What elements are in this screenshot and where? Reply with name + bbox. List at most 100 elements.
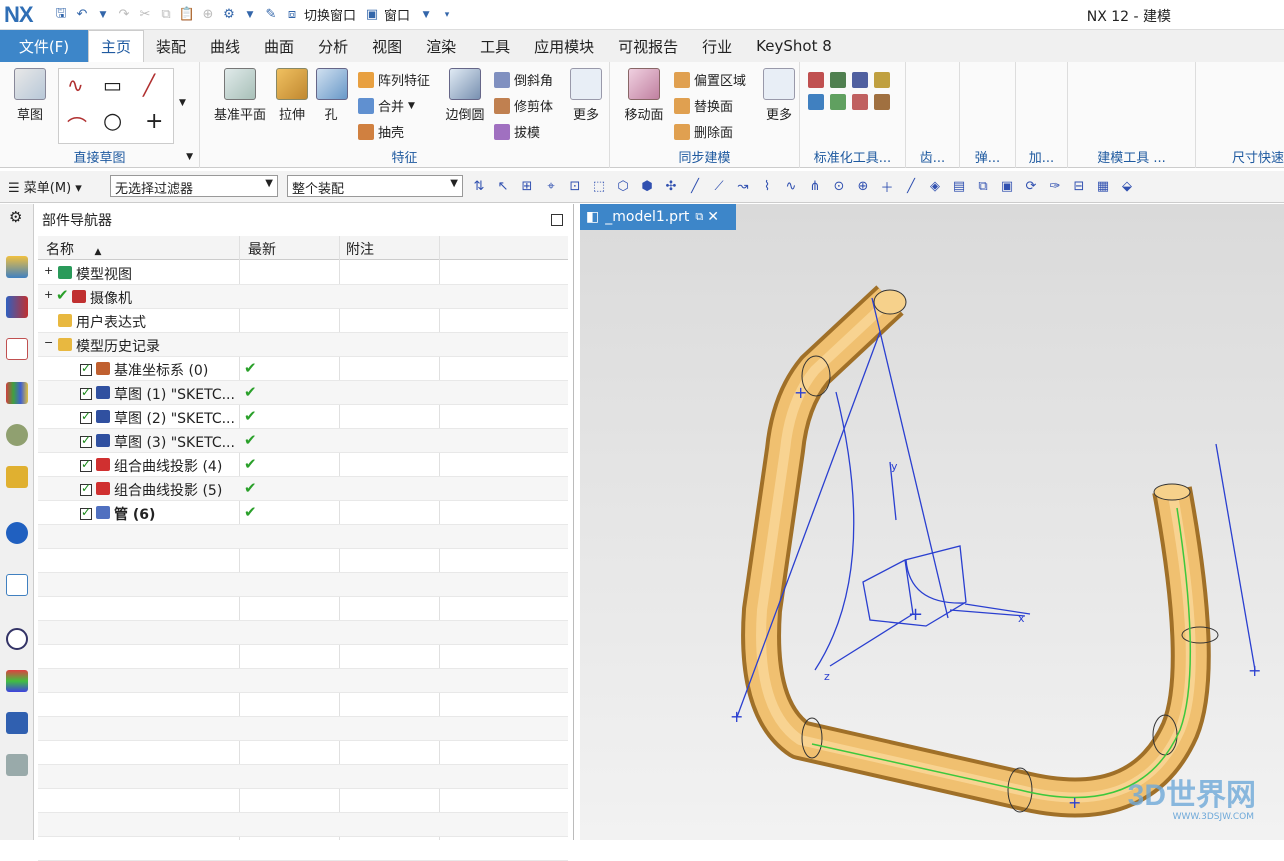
tab-home[interactable]: 主页 [88,29,145,63]
select-icon[interactable]: ⌖ [542,177,560,195]
select-icon[interactable]: ⬚ [590,177,608,195]
expand-toggle-icon[interactable]: − [44,336,53,349]
expand-toggle-icon[interactable]: + [44,264,53,277]
document-icon[interactable] [6,574,28,596]
sketch-button[interactable]: 草图 [8,68,52,123]
rectangle-icon[interactable]: ▭ [103,73,122,97]
table-row[interactable]: − 模型历史记录 [38,333,568,357]
std-tool-icon[interactable] [852,72,868,88]
selection-filter-dropdown[interactable]: 无选择过滤器 ▼ [110,175,278,197]
table-row[interactable]: 管 (6) ✔ [38,501,568,525]
std-tool-icon[interactable] [808,94,824,110]
replace-face-button[interactable]: 替换面 [674,96,733,115]
customize-qat-icon[interactable]: ▾ [438,6,456,24]
tab-view[interactable]: 视图 [360,30,414,62]
arc-icon[interactable]: ⌒ [67,111,87,140]
clock-icon[interactable] [6,628,28,650]
checkbox[interactable] [80,481,92,498]
model-canvas[interactable]: y x z + + + + + [580,230,1284,840]
select-icon[interactable]: ⬡ [614,177,632,195]
std-tool-icon[interactable] [874,94,890,110]
tab-visual-reporting[interactable]: 可视报告 [606,30,690,62]
table-row[interactable]: 组合曲线投影 (5) ✔ [38,477,568,501]
table-row[interactable]: + ✔ 摄像机 [38,285,568,309]
paste-special-icon[interactable]: ⊕ [199,6,217,24]
checkbox[interactable] [80,433,92,450]
offset-region-button[interactable]: 偏置区域 [674,70,746,89]
assembly-scope-dropdown[interactable]: 整个装配 ▼ [287,175,463,197]
edge-blend-button[interactable]: 边倒圆 [442,68,488,123]
tab-render[interactable]: 渲染 [414,30,468,62]
tab-surface[interactable]: 曲面 [252,30,306,62]
tab-keyshot[interactable]: KeyShot 8 [744,30,844,62]
save-icon[interactable]: 🖫 [52,6,70,24]
checkbox[interactable] [80,385,92,402]
snap-icon[interactable]: ⊕ [854,177,872,195]
table-row[interactable]: 草图 (1) "SKETC... ✔ [38,381,568,405]
copy-icon[interactable]: ⧉ [157,6,175,24]
select-icon[interactable]: ↖ [494,177,512,195]
spring-label[interactable]: 弹... [960,147,1015,166]
add-label[interactable]: 加... [1016,147,1067,166]
close-icon[interactable]: ✕ [707,209,719,225]
snap-icon[interactable]: ◈ [926,177,944,195]
select-icon[interactable]: ⊞ [518,177,536,195]
cut-icon[interactable]: ✂ [136,6,154,24]
part-tab[interactable]: ◧ _model1.prt ⧉ ✕ [580,204,736,230]
table-row[interactable]: 用户表达式 [38,309,568,333]
std-tool-icon[interactable] [808,72,824,88]
select-icon[interactable]: ⊡ [566,177,584,195]
tab-industry[interactable]: 行业 [690,30,744,62]
chevron-down-icon[interactable]: ▼ [417,6,435,24]
gear-label[interactable]: 齿... [906,147,959,166]
switch-window-icon[interactable]: ⧈ [283,6,301,24]
modeling-tools-label[interactable]: 建模工具 ... [1068,147,1195,166]
maximize-icon[interactable] [551,214,563,226]
hole-button[interactable]: 孔 [316,68,348,123]
chevron-down-icon[interactable]: ▼ [94,6,112,24]
view-icon[interactable]: ✑ [1046,177,1064,195]
circle-icon[interactable]: ○ [103,109,122,134]
eye-icon[interactable] [6,424,28,446]
std-tool-icon[interactable] [830,72,846,88]
point-icon[interactable]: + [145,109,163,134]
gallery-scroll-icon[interactable]: ▼ [179,98,186,108]
line-icon[interactable]: ╱ [143,73,155,97]
extrude-button[interactable]: 拉伸 [274,68,310,123]
move-face-button[interactable]: 移动面 [620,68,668,123]
snap-icon[interactable]: ⊙ [830,177,848,195]
datum-plane-button[interactable]: 基准平面 [208,68,272,123]
table-row[interactable]: 草图 (3) "SKETC... ✔ [38,429,568,453]
part-navigator-icon[interactable] [6,338,28,360]
chamfer-button[interactable]: 倒斜角 [494,70,553,89]
window-icon[interactable]: ▣ [363,6,381,24]
restore-icon[interactable]: ⧉ [695,210,703,224]
chevron-down-icon[interactable]: ▼ [241,6,259,24]
table-row[interactable]: + 模型视图 [38,261,568,285]
unite-button[interactable]: 合并 ▼ [358,96,415,115]
menu-button[interactable]: ☰ 菜单(M) ▾ [8,177,82,196]
view-icon[interactable]: ⊟ [1070,177,1088,195]
touch-mode-icon[interactable]: ✎ [262,6,280,24]
tab-assembly[interactable]: 装配 [144,30,198,62]
select-icon[interactable]: ⬢ [638,177,656,195]
checkbox[interactable] [80,505,92,522]
snap-icon[interactable]: ╱ [686,177,704,195]
snap-icon[interactable]: ⋔ [806,177,824,195]
tab-analysis[interactable]: 分析 [306,30,360,62]
constraint-navigator-icon[interactable] [6,296,28,318]
std-tool-icon[interactable] [852,94,868,110]
select-icon[interactable]: ⇅ [470,177,488,195]
graphics-window[interactable]: ◧ _model1.prt ⧉ ✕ y x z + + + + + 3D世界网 … [580,204,1284,840]
robot-icon[interactable] [6,754,28,776]
tools-icon[interactable] [6,712,28,734]
checkbox[interactable] [80,361,92,378]
pattern-feature-button[interactable]: 阵列特征 [358,70,430,89]
assembly-navigator-icon[interactable] [6,256,28,278]
snap-icon[interactable]: ▤ [950,177,968,195]
profile-icon[interactable]: ∿ [67,73,84,97]
file-menu[interactable]: 文件(F) [0,30,88,62]
snap-icon[interactable]: ∿ [782,177,800,195]
info-icon[interactable] [6,522,28,544]
column-name[interactable]: 名称 ▲ [46,239,101,259]
